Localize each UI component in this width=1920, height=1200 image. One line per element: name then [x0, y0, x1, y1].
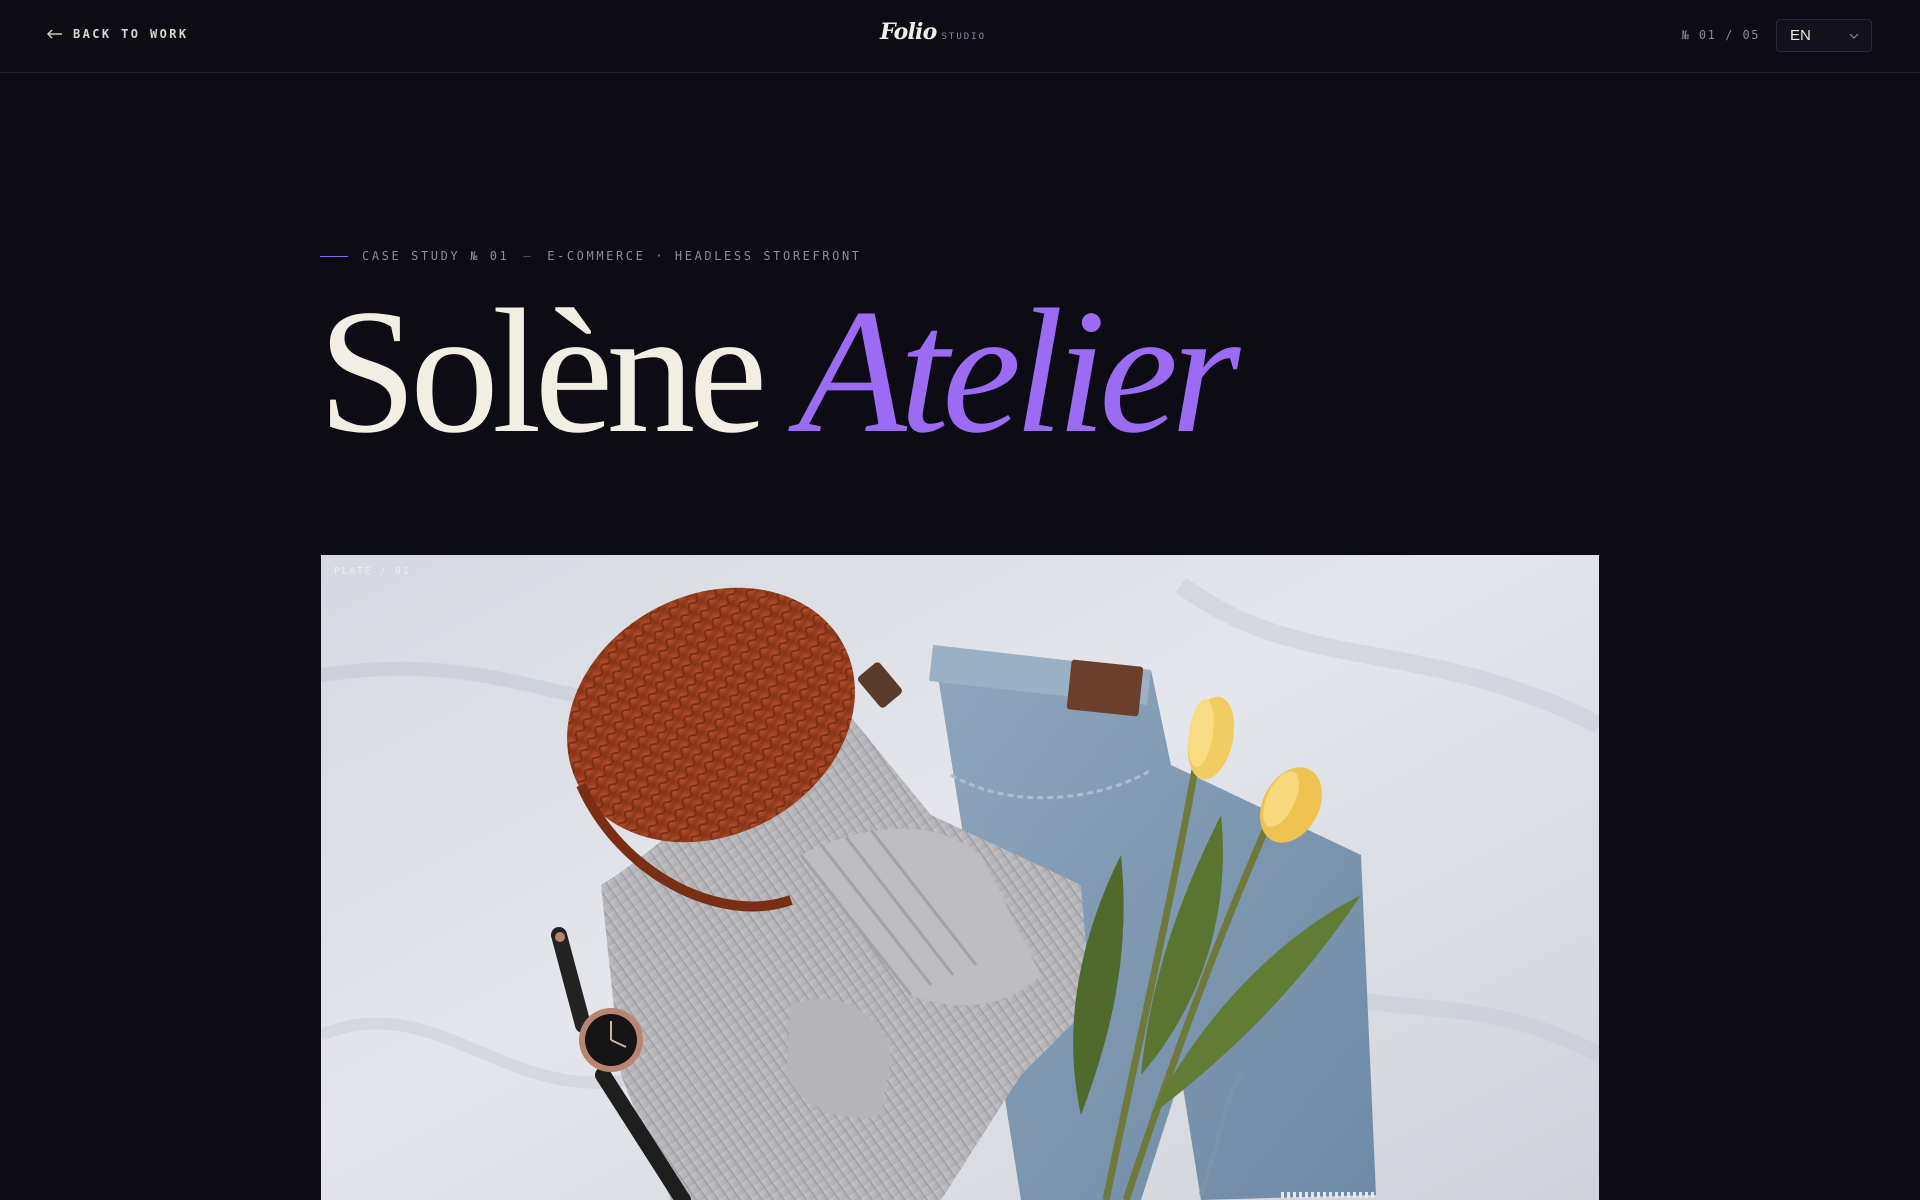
case-study-label: CASE STUDY № 01	[362, 249, 510, 263]
brand-logo[interactable]: Folio STUDIO	[880, 19, 986, 45]
language-select-value: EN	[1790, 27, 1811, 44]
brand-subtitle: STUDIO	[941, 32, 986, 42]
plate-label: PLATE / 01	[334, 566, 411, 577]
back-to-work-link[interactable]: BACK TO WORK	[47, 27, 189, 41]
arrow-left-icon	[47, 29, 62, 39]
eyebrow-separator: —	[523, 249, 534, 263]
top-navigation-bar: BACK TO WORK Folio STUDIO № 01 / 05 EN	[0, 0, 1920, 73]
page-title: Solène Atelier	[318, 282, 1240, 460]
hero-image: PLATE / 01	[321, 555, 1599, 1200]
chevron-down-icon	[1849, 33, 1859, 39]
language-select[interactable]: EN	[1776, 19, 1872, 52]
back-to-work-label: BACK TO WORK	[73, 27, 189, 41]
case-study-eyebrow: CASE STUDY № 01 — E-COMMERCE · HEADLESS …	[320, 249, 862, 263]
flat-lay-photo	[321, 555, 1599, 1200]
brand-name: Folio	[880, 19, 937, 45]
eyebrow-rule	[320, 255, 348, 257]
page-title-accent: Atelier	[797, 272, 1240, 470]
project-counter: № 01 / 05	[1681, 28, 1760, 42]
case-study-category: E-COMMERCE · HEADLESS STOREFRONT	[547, 249, 862, 263]
page-title-main: Solène	[318, 272, 767, 470]
